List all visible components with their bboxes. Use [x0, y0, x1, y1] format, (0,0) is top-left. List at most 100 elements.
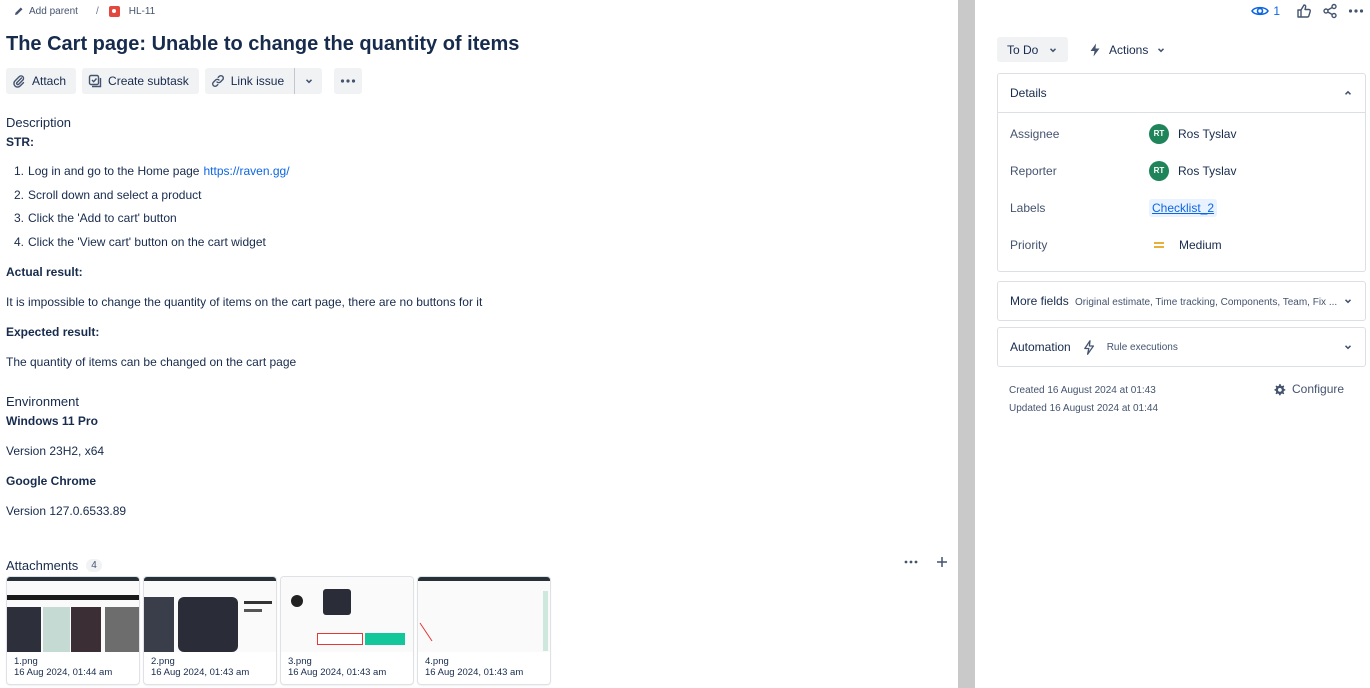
list-item: 4. Click the 'View cart' button on the c…	[14, 235, 290, 259]
labels-row: Labels Checklist_2	[1010, 189, 1353, 226]
attachment-name: 4.png	[425, 656, 449, 667]
more-fields-panel[interactable]: More fields Original estimate, Time trac…	[997, 281, 1366, 321]
attach-button[interactable]: Attach	[6, 68, 77, 94]
panel-resize-scrollbar[interactable]	[958, 0, 975, 688]
issue-toolbar: Attach Create subtask Link issue	[6, 68, 363, 94]
eye-icon	[1251, 6, 1270, 16]
attachment-name: 1.png	[14, 656, 38, 667]
create-subtask-button[interactable]: Create subtask	[82, 68, 199, 94]
details-header[interactable]: Details	[998, 74, 1365, 112]
priority-value[interactable]: Medium	[1179, 238, 1222, 252]
add-parent-link[interactable]: Add parent	[14, 6, 78, 17]
link-issue-button[interactable]: Link issue	[204, 68, 295, 94]
attachments-heading: Attachments	[6, 558, 79, 573]
attachments-header: Attachments 4	[6, 558, 102, 573]
os-version: Version 23H2, x64	[6, 444, 105, 458]
priority-row: Priority Medium	[1010, 226, 1353, 263]
attach-label: Attach	[32, 74, 67, 88]
watch-button[interactable]: 1	[1251, 4, 1280, 18]
actual-result-text: It is impossible to change the quantity …	[6, 295, 483, 309]
configure-button[interactable]: Configure	[1273, 382, 1344, 396]
attachment-name: 2.png	[151, 656, 175, 667]
browser-label: Google Chrome	[6, 474, 97, 488]
attachment-meta: 3.png 16 Aug 2024, 01:43 am	[281, 652, 413, 682]
more-icon[interactable]	[904, 560, 918, 564]
attachment-meta: 1.png 16 Aug 2024, 01:44 am	[7, 652, 139, 682]
step-number: 4.	[14, 234, 25, 249]
step-text: Click the 'Add to cart' button	[28, 211, 177, 225]
steps-list: 1. Log in and go to the Home page https:…	[14, 164, 290, 258]
chevron-down-icon	[305, 79, 312, 84]
step-number: 2.	[14, 187, 25, 202]
subtask-icon	[88, 74, 102, 88]
gear-icon	[1274, 383, 1286, 395]
share-icon[interactable]	[1322, 3, 1338, 19]
add-icon[interactable]	[936, 556, 948, 568]
attachments-count-badge: 4	[86, 559, 102, 572]
attachment-tools	[904, 556, 948, 568]
lightning-icon	[1083, 339, 1094, 355]
issue-title[interactable]: The Cart page: Unable to change the quan…	[6, 33, 519, 56]
attachment-card[interactable]: 3.png 16 Aug 2024, 01:43 am	[281, 577, 413, 684]
more-icon	[341, 79, 356, 83]
status-dropdown[interactable]: To Do	[997, 37, 1069, 62]
reporter-label: Reporter	[1010, 163, 1057, 178]
list-item: 1. Log in and go to the Home page https:…	[14, 164, 290, 188]
details-panel: Details Assignee RT Ros Tyslav Reporter …	[997, 73, 1366, 272]
step-text: Click the 'View cart' button on the cart…	[28, 234, 266, 249]
automation-panel[interactable]: Automation Rule executions	[997, 327, 1366, 367]
more-fields-summary: Original estimate, Time tracking, Compon…	[1075, 297, 1338, 308]
more-fields-header[interactable]: More fields Original estimate, Time trac…	[998, 282, 1365, 320]
labels-label: Labels	[1010, 200, 1046, 215]
add-parent-label: Add parent	[29, 5, 78, 17]
reporter-value[interactable]: Ros Tyslav	[1178, 164, 1236, 178]
breadcrumb: Add parent / HL-11	[14, 4, 155, 18]
attachment-card[interactable]: 2.png 16 Aug 2024, 01:43 am	[144, 577, 276, 684]
issue-side-panel: 1 To Do Actions Details Assignee RT Ros …	[975, 0, 1370, 688]
automation-header[interactable]: Automation Rule executions	[998, 328, 1365, 366]
attachment-card[interactable]: 1.png 16 Aug 2024, 01:44 am	[7, 577, 139, 684]
chevron-down-icon	[1050, 47, 1057, 52]
description-heading: Description	[6, 115, 72, 130]
thumbs-up-icon[interactable]	[1296, 3, 1312, 19]
avatar: RT	[1149, 123, 1169, 144]
link-issue-dropdown[interactable]	[294, 68, 323, 94]
home-page-link[interactable]: https://raven.gg/	[203, 164, 289, 188]
configure-label: Configure	[1292, 382, 1345, 396]
created-date: Created 16 August 2024 at 01:43	[1009, 385, 1156, 396]
lightning-icon	[1090, 43, 1100, 56]
attachment-card[interactable]: 4.png 16 Aug 2024, 01:43 am	[418, 577, 550, 684]
attachment-preview	[144, 577, 276, 652]
step-number: 3.	[14, 211, 25, 225]
chevron-up-icon	[1344, 90, 1352, 95]
details-heading: Details	[1010, 86, 1047, 100]
environment-heading: Environment	[6, 394, 79, 409]
expected-result-text: The quantity of items can be changed on …	[6, 355, 297, 369]
more-actions-button[interactable]	[334, 68, 363, 94]
actions-label: Actions	[1109, 42, 1149, 57]
actual-result-label: Actual result:	[6, 265, 83, 279]
list-item: 2. Scroll down and select a product	[14, 188, 290, 212]
paperclip-icon	[13, 75, 25, 88]
attachment-list: 1.png 16 Aug 2024, 01:44 am 2.png 16 Aug…	[7, 577, 550, 684]
attachment-meta: 2.png 16 Aug 2024, 01:43 am	[144, 652, 276, 682]
assignee-value[interactable]: Ros Tyslav	[1178, 127, 1236, 141]
more-icon[interactable]	[1348, 9, 1364, 13]
link-icon	[211, 75, 224, 87]
priority-medium-icon	[1154, 241, 1164, 248]
actions-dropdown[interactable]: Actions	[1085, 37, 1170, 62]
step-text: Scroll down and select a product	[28, 187, 202, 202]
priority-label: Priority	[1010, 237, 1048, 252]
os-label: Windows 11 Pro	[6, 414, 98, 428]
attachment-preview	[7, 577, 139, 652]
issue-key-link[interactable]: HL-11	[108, 5, 156, 17]
watcher-count: 1	[1273, 4, 1280, 18]
label-chip[interactable]: Checklist_2	[1149, 198, 1218, 217]
attachment-date: 16 Aug 2024, 01:43 am	[425, 667, 524, 678]
expected-result-label: Expected result:	[6, 325, 100, 339]
create-subtask-label: Create subtask	[108, 74, 189, 88]
chevron-down-icon	[1344, 345, 1352, 350]
attachment-date: 16 Aug 2024, 01:43 am	[288, 667, 387, 678]
issue-key: HL-11	[128, 5, 156, 17]
details-body: Assignee RT Ros Tyslav Reporter RT Ros T…	[998, 112, 1365, 263]
